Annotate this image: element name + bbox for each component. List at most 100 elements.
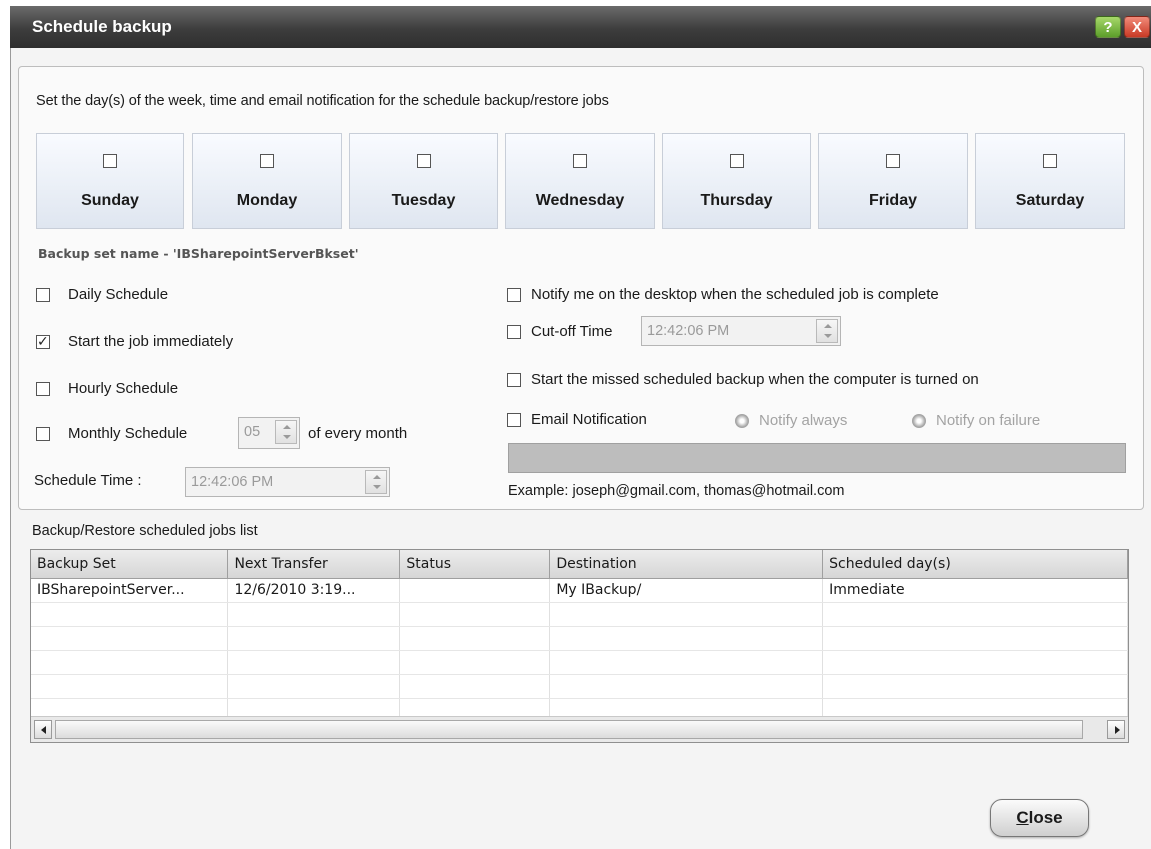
day-checkbox[interactable] [1043,154,1057,168]
radio-icon[interactable] [735,413,749,428]
cell [822,650,1128,675]
notify-desktop-option[interactable]: Notify me on the desktop when the schedu… [507,286,939,303]
email-notification-checkbox[interactable] [507,412,521,427]
title-bar: Schedule backup ? X [10,6,1151,48]
day-checkbox[interactable] [260,154,274,168]
day-label: Tuesday [391,192,456,209]
table-row [31,650,1128,675]
monthly-day-value: 05 [244,424,261,440]
schedule-time-input[interactable]: 12:42:06 PM [185,467,390,497]
schedule-time-label: Schedule Time : [34,472,142,489]
hourly-schedule-option[interactable]: Hourly Schedule [36,380,178,397]
missed-backup-option[interactable]: Start the missed scheduled backup when t… [507,371,979,388]
help-button[interactable]: ? [1095,16,1121,38]
scroll-right-icon[interactable] [1107,720,1125,739]
table-row [31,674,1128,699]
stepper-arrows-icon[interactable] [816,319,838,343]
day-saturday[interactable]: Saturday [975,133,1125,229]
monthly-schedule-checkbox[interactable] [36,426,50,441]
cell [549,626,824,651]
monthly-schedule-label: Monthly Schedule [68,425,188,442]
cutoff-time-input[interactable]: 12:42:06 PM [641,316,841,346]
notify-failure-radio[interactable]: Notify on failure [912,412,1040,429]
start-immediately-option[interactable]: Start the job immediately [36,333,233,350]
hourly-schedule-checkbox[interactable] [36,381,50,396]
table-row[interactable]: IBSharepointServer... 12/6/2010 3:19... … [31,578,1128,603]
email-example: Example: joseph@gmail.com, thomas@hotmai… [508,483,845,499]
day-checkbox[interactable] [416,154,431,168]
cell [822,626,1128,651]
table-row [31,626,1128,651]
notify-desktop-label: Notify me on the desktop when the schedu… [531,286,939,303]
day-tuesday[interactable]: Tuesday [349,133,498,229]
day-checkbox[interactable] [886,154,900,168]
day-label: Thursday [700,192,773,209]
column-header-backup-set[interactable]: Backup Set [31,550,229,579]
notify-always-radio[interactable]: Notify always [735,412,847,429]
day-label: Sunday [81,192,139,209]
close-label: lose [1028,808,1063,827]
start-immediately-checkbox[interactable] [36,333,50,350]
cell-next-transfer: 12/6/2010 3:19... [227,578,401,603]
notify-desktop-checkbox[interactable] [507,287,521,302]
cell [227,626,401,651]
cell [399,602,551,627]
backup-set-name: Backup set name - 'IBSharepointServerBks… [38,246,359,261]
missed-backup-checkbox[interactable] [507,372,521,387]
cutoff-time-checkbox[interactable] [507,324,521,339]
daily-schedule-option[interactable]: Daily Schedule [36,286,168,303]
hourly-schedule-label: Hourly Schedule [68,380,179,397]
cell [227,674,401,699]
cell-destination: My IBackup/ [549,578,824,603]
cell-scheduled-days: Immediate [822,578,1128,603]
cell [399,626,551,651]
table-header: Backup Set Next Transfer Status Destinat… [31,550,1128,579]
close-button[interactable]: Close [990,799,1089,837]
day-label: Saturday [1015,192,1085,209]
day-label: Wednesday [535,192,625,209]
cell [31,626,229,651]
jobs-list-label: Backup/Restore scheduled jobs list [32,523,258,539]
day-label: Monday [236,192,298,209]
cell [31,602,229,627]
day-checkbox[interactable] [573,154,587,168]
missed-backup-label: Start the missed scheduled backup when t… [531,371,979,388]
day-thursday[interactable]: Thursday [662,133,811,229]
daily-schedule-label: Daily Schedule [68,286,169,303]
email-input[interactable] [508,443,1126,473]
cell [31,674,229,699]
close-mnemonic: C [1016,808,1029,827]
radio-icon[interactable] [912,413,926,428]
jobs-table[interactable]: Backup Set Next Transfer Status Destinat… [30,549,1129,743]
daily-schedule-checkbox[interactable] [36,287,50,302]
day-checkbox[interactable] [729,154,744,168]
monthly-day-stepper[interactable]: 05 [238,417,300,449]
day-friday[interactable]: Friday [818,133,968,229]
horizontal-scrollbar[interactable] [31,716,1128,742]
day-sunday[interactable]: Sunday [36,133,184,229]
instruction-text: Set the day(s) of the week, time and ema… [36,93,609,109]
notify-always-label: Notify always [759,412,848,429]
cutoff-time-option[interactable]: Cut-off Time [507,323,612,340]
email-notification-option[interactable]: Email Notification [507,411,647,428]
notify-failure-label: Notify on failure [936,412,1041,429]
window-close-button[interactable]: X [1124,16,1150,38]
column-header-destination[interactable]: Destination [549,550,824,579]
cell [549,674,824,699]
stepper-arrows-icon[interactable] [365,470,387,494]
cell-status [399,578,551,603]
column-header-status[interactable]: Status [399,550,551,579]
window-title: Schedule backup [32,17,172,36]
schedule-time-value: 12:42:06 PM [191,474,274,490]
stepper-arrows-icon[interactable] [275,420,297,444]
column-header-scheduled-days[interactable]: Scheduled day(s) [822,550,1128,579]
scrollbar-thumb[interactable] [55,720,1083,739]
column-header-next-transfer[interactable]: Next Transfer [227,550,401,579]
day-checkbox[interactable] [103,154,117,168]
scroll-left-icon[interactable] [34,720,52,739]
schedule-time-row: Schedule Time : [34,472,142,489]
cell [399,674,551,699]
day-wednesday[interactable]: Wednesday [505,133,655,229]
day-monday[interactable]: Monday [192,133,342,229]
monthly-schedule-option[interactable]: Monthly Schedule [36,425,187,442]
